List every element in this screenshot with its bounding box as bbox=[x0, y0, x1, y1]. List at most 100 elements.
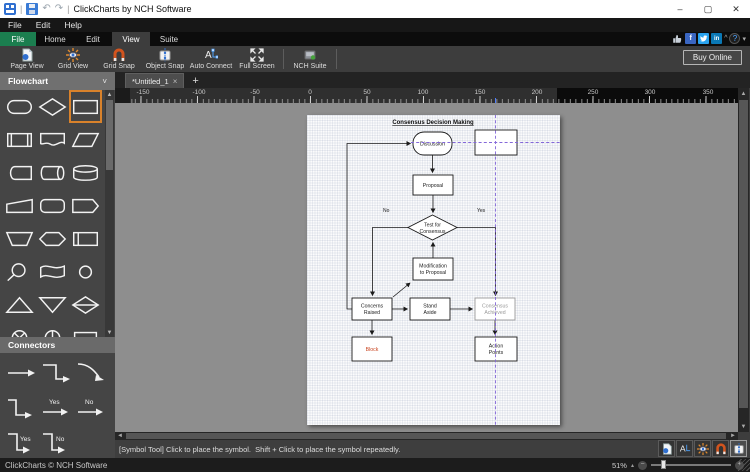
ribbon-tab-edit[interactable]: Edit bbox=[74, 32, 112, 46]
shape-summing-junction[interactable] bbox=[36, 321, 69, 337]
shape-document[interactable] bbox=[36, 123, 69, 156]
scroll-right-icon[interactable]: ► bbox=[728, 432, 738, 440]
shape-data[interactable] bbox=[69, 123, 102, 156]
shape-direct-access-storage[interactable] bbox=[36, 156, 69, 189]
zoom-caret-icon[interactable]: ▴ bbox=[631, 462, 634, 469]
window-title: ClickCharts by NCH Software bbox=[73, 4, 192, 14]
scroll-left-icon[interactable]: ◄ bbox=[115, 432, 125, 440]
toolbar-separator bbox=[283, 49, 284, 69]
shape-process-selected[interactable] bbox=[69, 90, 102, 123]
ribbon-tab-home[interactable]: Home bbox=[36, 32, 74, 46]
undo-icon[interactable]: ↶ bbox=[42, 4, 50, 14]
connectors-section-header[interactable]: Connectors bbox=[0, 337, 115, 353]
shape-flag[interactable] bbox=[36, 255, 69, 288]
maximize-button[interactable]: ▢ bbox=[694, 0, 722, 18]
shape-manual-operation[interactable] bbox=[3, 222, 36, 255]
close-button[interactable]: ✕ bbox=[722, 0, 750, 18]
connector-elbow-no-arrow[interactable]: No bbox=[38, 427, 73, 458]
ruler-label: -50 bbox=[250, 89, 260, 96]
connector-yes-arrow[interactable]: Yes bbox=[38, 391, 73, 427]
palette-category-dropdown[interactable]: Flowchart ˅ bbox=[0, 72, 115, 90]
scroll-down-icon[interactable]: ▼ bbox=[105, 328, 114, 337]
shape-predefined-process[interactable] bbox=[3, 123, 36, 156]
thumbs-up-icon[interactable] bbox=[672, 33, 683, 44]
grid-view-button[interactable]: Grid View bbox=[50, 46, 96, 72]
scroll-down-icon[interactable]: ▼ bbox=[738, 421, 749, 432]
grid-snap-icon bbox=[113, 48, 125, 61]
page-view-button[interactable]: Page View bbox=[4, 46, 50, 72]
shape-database[interactable] bbox=[69, 156, 102, 189]
zoom-out-button[interactable]: − bbox=[638, 460, 647, 470]
grid-view-toggle[interactable] bbox=[694, 440, 711, 457]
shape-loop-limit[interactable] bbox=[3, 255, 36, 288]
shape-or-junction[interactable] bbox=[3, 321, 36, 337]
scroll-up-icon[interactable]: ▲ bbox=[105, 90, 114, 99]
scrollbar-thumb[interactable] bbox=[106, 100, 113, 170]
grid-snap-icon bbox=[715, 443, 726, 454]
object-snap-toggle[interactable] bbox=[730, 440, 747, 457]
shape-card[interactable] bbox=[69, 321, 102, 337]
zoom-slider-handle[interactable] bbox=[661, 460, 666, 469]
help-icon[interactable]: ? bbox=[729, 33, 741, 44]
zoom-level[interactable]: 51% bbox=[612, 461, 627, 470]
tab-close-icon[interactable]: × bbox=[173, 77, 178, 86]
shape-manual-input[interactable] bbox=[3, 189, 36, 222]
shape-merge[interactable] bbox=[36, 288, 69, 321]
shape-alternate-process[interactable] bbox=[36, 189, 69, 222]
buy-online-button[interactable]: Buy Online bbox=[682, 50, 742, 65]
shape-stored-data[interactable] bbox=[3, 156, 36, 189]
drawing-canvas[interactable]: No Yes Consensus Decision Making Discuss… bbox=[115, 103, 738, 432]
twitter-icon[interactable] bbox=[698, 33, 710, 44]
ruler-label: -150 bbox=[136, 89, 150, 96]
page-view-toggle[interactable] bbox=[658, 440, 675, 457]
ribbon-tab-file[interactable]: File bbox=[0, 32, 36, 46]
full-screen-button[interactable]: Full Screen bbox=[234, 46, 280, 72]
connector-no-arrow[interactable]: No bbox=[73, 391, 108, 427]
nch-suite-button[interactable]: NCH Suite bbox=[287, 46, 333, 72]
object-snap-button[interactable]: Object Snap bbox=[142, 46, 188, 72]
shape-connector[interactable] bbox=[69, 255, 102, 288]
document-tab-untitled1[interactable]: *Untitled_1 × bbox=[125, 73, 185, 88]
connector-straight-arrow[interactable] bbox=[3, 355, 38, 391]
collapse-caret-icon[interactable]: ^ bbox=[724, 35, 727, 42]
shape-preparation[interactable] bbox=[36, 222, 69, 255]
zoom-slider[interactable] bbox=[651, 460, 731, 469]
svg-text:No: No bbox=[85, 399, 94, 406]
ruler-label: 150 bbox=[474, 89, 486, 96]
auto-connect-toggle[interactable]: A bbox=[676, 440, 693, 457]
connector-elbow-arrow[interactable] bbox=[38, 355, 73, 391]
scrollbar-thumb[interactable] bbox=[739, 100, 748, 408]
menu-edit[interactable]: Edit bbox=[36, 20, 51, 30]
shape-terminator[interactable] bbox=[3, 90, 36, 123]
shape-sort[interactable] bbox=[69, 288, 102, 321]
connector-elbow-arrow-2[interactable] bbox=[3, 391, 38, 427]
redo-icon[interactable]: ↷ bbox=[55, 4, 63, 14]
palette-scrollbar[interactable]: ▲ ▼ bbox=[105, 90, 114, 337]
shape-extract[interactable] bbox=[3, 288, 36, 321]
facebook-icon[interactable]: f bbox=[685, 33, 697, 44]
linkedin-icon[interactable]: in bbox=[711, 33, 723, 44]
auto-connect-button[interactable]: A Auto Connect bbox=[188, 46, 234, 72]
minimize-button[interactable]: – bbox=[666, 0, 694, 18]
save-icon[interactable] bbox=[26, 3, 39, 15]
menu-file[interactable]: File bbox=[8, 20, 22, 30]
flowchart-page[interactable]: No Yes Consensus Decision Making Discuss… bbox=[307, 115, 560, 425]
connector-elbow-yes-arrow[interactable]: Yes bbox=[3, 427, 38, 458]
horizontal-scrollbar[interactable]: ◄ ► bbox=[115, 432, 738, 440]
help-dropdown-caret-icon[interactable]: ▾ bbox=[742, 35, 746, 43]
new-tab-button[interactable]: + bbox=[192, 74, 198, 88]
grid-snap-button[interactable]: Grid Snap bbox=[96, 46, 142, 72]
scroll-up-icon[interactable]: ▲ bbox=[738, 88, 749, 99]
menu-help[interactable]: Help bbox=[64, 20, 81, 30]
grid-snap-toggle[interactable] bbox=[712, 440, 729, 457]
vertical-scrollbar[interactable]: ▲ ▼ bbox=[738, 88, 749, 432]
scrollbar-thumb[interactable] bbox=[126, 433, 726, 439]
chart-title[interactable]: Consensus Decision Making bbox=[392, 120, 474, 126]
ribbon-tab-view[interactable]: View bbox=[112, 32, 150, 46]
connector-curved-arrow[interactable] bbox=[73, 355, 108, 391]
shape-display[interactable] bbox=[69, 189, 102, 222]
shape-internal-storage[interactable] bbox=[69, 222, 102, 255]
resize-grip[interactable] bbox=[738, 459, 750, 471]
shape-decision[interactable] bbox=[36, 90, 69, 123]
ribbon-tab-suite[interactable]: Suite bbox=[150, 32, 188, 46]
